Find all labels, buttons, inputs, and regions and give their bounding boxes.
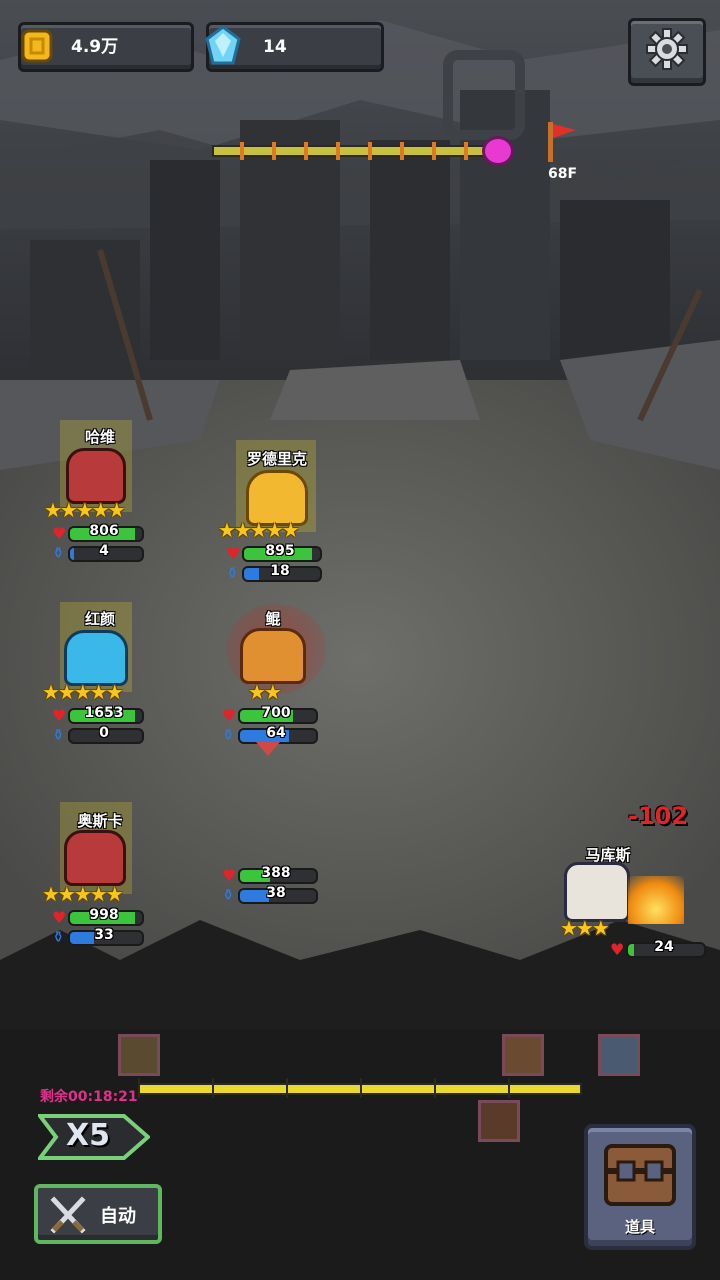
hero-name: 鲲 (265, 610, 281, 628)
settings-button[interactable] (628, 18, 706, 86)
hero-stars: ★★★★★ (44, 498, 126, 522)
hero-sprite (64, 630, 128, 686)
mp-value: 38 (266, 885, 286, 901)
floor-label: 68F (548, 166, 578, 182)
enemy-sprite (564, 862, 630, 922)
hero-sprite (66, 448, 126, 504)
heart-icon: ♥ (222, 866, 237, 885)
hero-name: 红颜 (84, 610, 115, 628)
hp-value: 895 (265, 543, 295, 559)
gem-counter[interactable]: 14 (205, 22, 384, 72)
mp-value: 4 (99, 543, 109, 559)
hero-name: 罗德里克 (246, 450, 307, 468)
hp-value: 806 (89, 523, 119, 539)
hp-value: 24 (654, 939, 674, 955)
heart-icon: ♥ (52, 524, 67, 543)
mp-value: 64 (266, 725, 286, 741)
hero-name: 哈维 (84, 428, 115, 446)
speed-toggle-button[interactable]: X5 (38, 1112, 150, 1162)
timeline-portrait-roderick[interactable] (118, 1034, 160, 1076)
timeline-portrait-kun[interactable] (502, 1034, 544, 1076)
mana-potion-icon: ⚱ (52, 544, 65, 562)
hero-unit-oscar[interactable]: 奥斯卡 ★★★★★ ♥ 998 ⚱ 33 (40, 802, 160, 952)
turn-timeline-ticks (138, 1078, 582, 1098)
heart-icon: ♥ (610, 940, 625, 959)
mana-potion-icon: ⚱ (222, 726, 235, 744)
mana-potion-icon: ⚱ (222, 886, 235, 904)
timeline-portrait-marcus[interactable] (598, 1034, 640, 1076)
mana-potion-icon: ⚱ (52, 928, 65, 946)
settings-gear-icon (646, 28, 688, 70)
auto-battle-button[interactable]: 自动 (34, 1184, 162, 1244)
mana-potion-icon: ⚱ (226, 564, 239, 582)
speed-label: X5 (66, 1118, 111, 1153)
gem-amount: 14 (263, 37, 287, 57)
hero-stars: ★★★★★ (42, 680, 124, 704)
hero-sprite (64, 830, 126, 886)
enemy-unit-marcus[interactable]: 马库斯 ★★★ ♥ 24 (548, 840, 708, 970)
gold-amount: 4.9万 (71, 37, 119, 57)
heart-icon: ♥ (226, 544, 241, 563)
hero-stars: ★★★★★ (42, 882, 124, 906)
hero-unit-slot[interactable]: ♥ 388 ⚱ 38 (218, 862, 338, 912)
mp-value: 18 (270, 563, 290, 579)
hp-value: 998 (89, 907, 119, 923)
hp-value: 700 (261, 705, 291, 721)
floor-progress-segments (212, 142, 502, 160)
auto-label: 自动 (100, 1206, 136, 1227)
hero-sprite (240, 628, 306, 684)
hero-unit-havey[interactable]: 哈维 ★★★★★ ♥ 806 ⚱ 4 (40, 420, 160, 570)
hero-unit-kun[interactable]: 鲲 ★★ ♥ 700 ⚱ 64 (218, 600, 338, 770)
crossed-swords-icon (50, 1196, 86, 1234)
mp-value: 33 (94, 927, 114, 943)
timeline-portrait-fire[interactable] (478, 1100, 520, 1142)
flag-icon (548, 122, 576, 162)
treasure-chest-icon (604, 1144, 676, 1206)
mp-value: 0 (99, 725, 109, 741)
hero-stars: ★★★★★ (218, 518, 300, 542)
hero-name: 奥斯卡 (77, 812, 123, 830)
items-button[interactable]: 道具 (584, 1124, 696, 1250)
heart-icon: ♥ (52, 706, 67, 725)
remaining-time: 剩余00:18:21 (40, 1089, 138, 1105)
mana-potion-icon: ⚱ (52, 726, 65, 744)
diamond-icon (205, 25, 241, 65)
items-label: 道具 (624, 1218, 655, 1236)
heart-icon: ♥ (222, 706, 237, 725)
gold-coin-icon (21, 29, 53, 63)
heart-icon: ♥ (52, 908, 67, 927)
hp-value: 1653 (84, 705, 124, 721)
boss-skull-icon (482, 136, 514, 166)
gold-counter[interactable]: 4.9万 (18, 22, 194, 72)
fire-effect-icon (628, 876, 684, 924)
hero-stars: ★★ (248, 680, 282, 704)
hp-value: 388 (261, 865, 291, 881)
hero-unit-hongyan[interactable]: 红颜 ★★★★★ ♥ 1653 ⚱ 0 (40, 602, 160, 752)
damage-number: -102 (628, 802, 689, 830)
enemy-stars: ★★★ (560, 916, 610, 940)
hero-unit-roderick[interactable]: 罗德里克 ★★★★★ ♥ 895 ⚱ 18 (218, 440, 338, 590)
selected-marker-icon (256, 742, 280, 756)
